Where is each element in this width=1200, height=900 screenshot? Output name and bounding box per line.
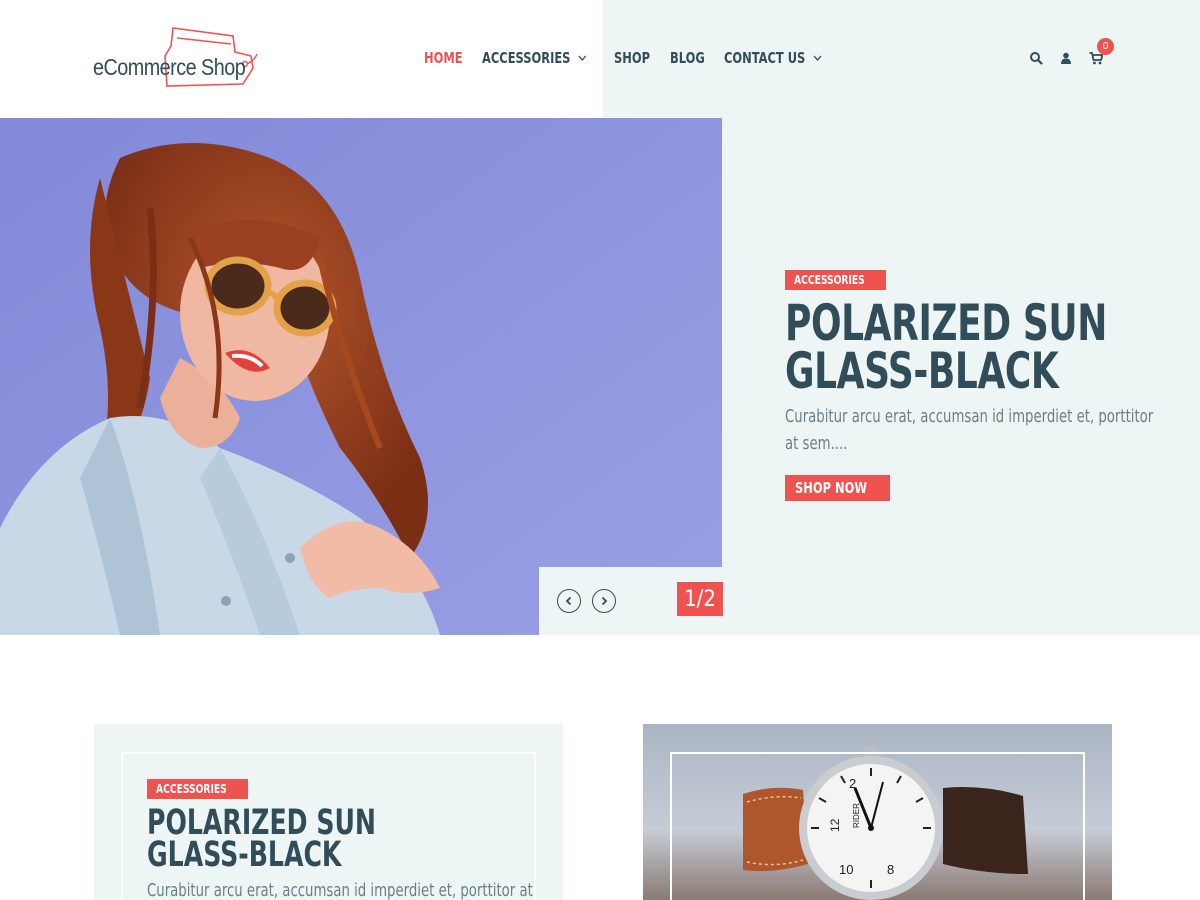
chevron-down-icon[interactable] bbox=[578, 52, 588, 64]
slider-controls: 1/2 bbox=[539, 567, 723, 635]
slide-counter: 1/2 bbox=[677, 582, 723, 616]
chevron-right-icon bbox=[601, 596, 608, 606]
nav-item-shop[interactable]: SHOP bbox=[614, 49, 650, 67]
nav-item-label: ACCESSORIES bbox=[482, 49, 571, 67]
hero-tag-label: ACCESSORIES bbox=[794, 273, 865, 287]
nav-item-home[interactable]: HOME bbox=[424, 49, 463, 67]
hero-content: ACCESSORIES POLARIZED SUN GLASS-BLACK Cu… bbox=[785, 269, 1165, 501]
header-actions: 0 bbox=[1028, 38, 1118, 66]
hero-title: POLARIZED SUN GLASS-BLACK bbox=[785, 294, 1107, 400]
featured-tag-label: ACCESSORIES bbox=[156, 782, 227, 796]
user-icon[interactable] bbox=[1058, 50, 1074, 66]
main-nav: HOME ACCESSORIES SHOP BLOG CONTACT US bbox=[424, 47, 860, 69]
cart-icon[interactable]: 0 bbox=[1088, 38, 1114, 66]
slider-prev-button[interactable] bbox=[557, 589, 581, 613]
shop-now-label: SHOP NOW bbox=[795, 479, 868, 497]
featured-description: Curabitur arcu erat, accumsan id imperdi… bbox=[147, 880, 533, 900]
featured-title[interactable]: POLARIZED SUN GLASS-BLACK bbox=[147, 806, 467, 873]
site-header: eCommerce Shop HOME ACCESSORIES SHOP BLO… bbox=[0, 0, 1200, 118]
nav-item-label: CONTACT US bbox=[723, 49, 806, 67]
nav-item-label: HOME bbox=[424, 49, 463, 67]
slider-next-button[interactable] bbox=[592, 589, 616, 613]
featured-card-image[interactable]: 2 12 10 8 RIDER bbox=[643, 724, 1112, 900]
nav-item-blog[interactable]: BLOG bbox=[670, 49, 705, 67]
hero-image bbox=[0, 118, 722, 635]
chevron-left-icon bbox=[565, 596, 572, 606]
hero-description: Curabitur arcu erat, accumsan id imperdi… bbox=[785, 406, 1154, 454]
featured-card-content: ACCESSORIES POLARIZED SUN GLASS-BLACK Cu… bbox=[147, 778, 547, 900]
featured-card-text: ACCESSORIES POLARIZED SUN GLASS-BLACK Cu… bbox=[94, 724, 563, 900]
card-frame bbox=[670, 752, 1085, 900]
nav-item-label: SHOP bbox=[614, 49, 651, 67]
nav-item-contact-us[interactable]: CONTACT US bbox=[724, 49, 822, 67]
hero-category-tag[interactable]: ACCESSORIES bbox=[785, 270, 887, 290]
shop-now-button[interactable]: SHOP NOW bbox=[785, 475, 890, 501]
search-icon[interactable] bbox=[1028, 50, 1044, 66]
chevron-down-icon[interactable] bbox=[812, 52, 822, 64]
logo-text: eCommerce Shop bbox=[93, 54, 246, 80]
nav-item-accessories[interactable]: ACCESSORIES bbox=[482, 49, 587, 67]
site-logo[interactable]: eCommerce Shop bbox=[93, 24, 263, 90]
nav-item-label: BLOG bbox=[669, 49, 705, 67]
cart-count-badge: 0 bbox=[1097, 38, 1114, 55]
featured-category-tag[interactable]: ACCESSORIES bbox=[147, 779, 249, 799]
